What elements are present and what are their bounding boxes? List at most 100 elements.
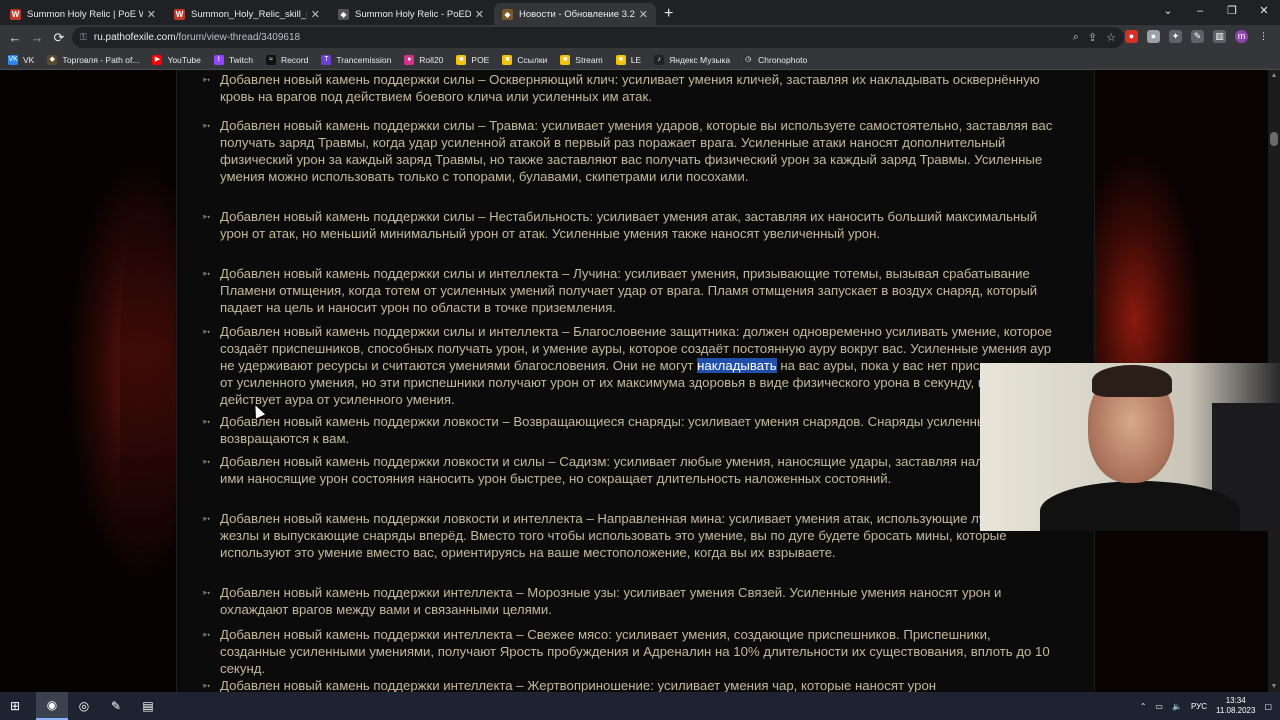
item-text: Добавлен новый камень поддержки силы – Т… [220, 118, 1053, 184]
minimize-icon[interactable]: – [1184, 0, 1216, 25]
bookmark-item[interactable]: ◆ Торговля - Path of... [47, 54, 140, 65]
bookmark-label: Roll20 [419, 54, 444, 65]
list-item: ➳ Добавлен новый камень поддержки ловкост… [202, 510, 1055, 561]
menu-icon[interactable]: ⋮ [1257, 30, 1270, 43]
bookmark-item[interactable]: ≈ Record [265, 54, 308, 65]
tab-favicon-icon: ◆ [502, 8, 513, 20]
item-text: Добавлен новый камень поддержки интеллек… [220, 678, 937, 692]
taskbar-apps: ⊞ ◉ ◎ ✎ ▤ [0, 692, 164, 720]
bookmark-icon: ◷ [743, 54, 754, 65]
obs-app-icon[interactable]: ◎ [68, 692, 100, 720]
tab-4[interactable]: ◆ Новости - Обновление 3.22.0 - ✕ [494, 3, 656, 25]
url-path: /forum/view-thread/3409618 [175, 32, 301, 43]
person-hair [1092, 365, 1172, 397]
red-extension-icon[interactable]: ● [1125, 30, 1138, 43]
list-item: ➳ Добавлен новый камень поддержки силы – … [202, 208, 1055, 242]
item-text: Добавлен новый камень поддержки интеллек… [220, 627, 1050, 676]
puzzle-extension-icon[interactable]: ✦ [1169, 30, 1182, 43]
restore-icon[interactable]: ❐ [1216, 0, 1248, 25]
bookmark-item[interactable]: ◷ Chronophoto [743, 54, 808, 65]
bookmark-item[interactable]: ▶ YouTube [152, 54, 201, 65]
list-item: ➳ Добавлен новый камень поддержки силы и … [202, 265, 1055, 316]
start-button-icon[interactable]: ⊞ [0, 692, 30, 720]
tab-2[interactable]: W Summon_Holy_Relic_skill_screen ✕ [166, 3, 328, 25]
tab-1[interactable]: W Summon Holy Relic | PoE Wiki ✕ [2, 3, 164, 25]
input-language[interactable]: РУС [1191, 702, 1207, 711]
tray-chevron-icon[interactable]: ⌃ [1140, 702, 1147, 711]
tab-strip: W Summon Holy Relic | PoE Wiki ✕ W Summon_Ho… [0, 0, 1280, 25]
clock[interactable]: 13:34 11.08.2023 [1216, 696, 1255, 716]
url-host: ru.pathofexile.com [93, 32, 176, 43]
tab-close-icon[interactable]: ✕ [475, 8, 484, 21]
list-item: ➳ Добавлен новый камень поддержки ловкост… [202, 413, 1055, 447]
bookmark-item[interactable]: ♪ Яндекс Музыка [654, 54, 730, 65]
bookmark-icon: ◆ [47, 54, 58, 65]
clock-date: 11.08.2023 [1215, 706, 1256, 715]
taskbar: ⊞ ◉ ◎ ✎ ▤ ⌃ ▭ 🔈 РУС 13:34 11.08.2023 ▢ [0, 692, 1280, 720]
bookmark-star-icon[interactable]: ☆ [1106, 31, 1116, 44]
bookmarks-bar: VK VK ◆ Торговля - Path of... ▶ YouTube t Twitc… [0, 50, 1280, 70]
new-tab-icon[interactable]: + [664, 3, 673, 25]
tab-close-icon[interactable]: ✕ [639, 8, 648, 21]
scroll-down-icon[interactable]: ▼ [1268, 683, 1280, 690]
bookmark-label: VK [23, 54, 35, 65]
bookmark-item[interactable]: ■ Ссылки [502, 54, 547, 65]
tab-close-icon[interactable]: ✕ [311, 8, 320, 21]
background-figure [120, 220, 172, 550]
list-item: ➳ Добавлен новый камень поддержки интелле… [202, 584, 1055, 618]
forward-icon[interactable]: → [26, 30, 48, 45]
tab-title: Summon_Holy_Relic_skill_screen [191, 8, 307, 20]
close-icon[interactable]: ✕ [1248, 0, 1280, 25]
bullet-icon: ➳ [202, 457, 211, 468]
scrollbar-thumb[interactable] [1270, 132, 1278, 146]
profile-avatar-icon[interactable]: m [1235, 30, 1248, 43]
bullet-icon: ➳ [202, 630, 211, 641]
bookmark-label: Chronophoto [758, 54, 808, 65]
bookmark-item[interactable]: T Trancemission [321, 54, 391, 65]
sidebar-toggle-icon[interactable]: ▥ [1213, 30, 1226, 43]
bookmark-icon: ▶ [152, 54, 163, 65]
tab-search-icon[interactable]: ⌄ [1152, 0, 1184, 25]
bullet-icon: ➳ [202, 269, 211, 280]
bullet-icon: ➳ [202, 121, 211, 132]
webcam-overlay [980, 363, 1280, 531]
forum-post-content: ➳ Добавлен новый камень поддержки силы – … [176, 70, 1095, 692]
address-bar[interactable]: ⚿ ru.pathofexile.com /forum/view-thread/… [72, 27, 1124, 48]
site-info-icon[interactable]: ⚿ [80, 32, 87, 43]
item-text: Добавлен новый камень поддержки силы и и… [220, 266, 1038, 315]
bookmark-item[interactable]: t Twitch [213, 54, 253, 65]
notification-icon[interactable]: ▢ [1264, 702, 1272, 711]
bookmark-label: Stream [575, 54, 603, 65]
person-shirt [1040, 481, 1240, 531]
app-4-icon[interactable]: ▤ [132, 692, 164, 720]
tab-3[interactable]: ◆ Summon Holy Relic - PoEDB, Pat ✕ [330, 3, 492, 25]
edit-extension-icon[interactable]: ✎ [1191, 30, 1204, 43]
back-icon[interactable]: ← [4, 30, 26, 45]
search-icon[interactable]: ⌕ [1073, 31, 1079, 44]
tab-close-icon[interactable]: ✕ [147, 8, 156, 21]
bookmark-item[interactable]: ■ LE [615, 54, 641, 65]
app-3-icon[interactable]: ✎ [100, 692, 132, 720]
tab-favicon-icon: W [174, 8, 185, 20]
bookmark-item[interactable]: ■ POE [456, 54, 489, 65]
tab-title: Summon Holy Relic | PoE Wiki [27, 8, 143, 20]
chrome-app-icon[interactable]: ◉ [36, 692, 68, 720]
bullet-icon: ➳ [202, 681, 211, 692]
network-icon[interactable]: ▭ [1155, 702, 1163, 711]
bookmark-item[interactable]: ● Roll20 [404, 54, 444, 65]
tab-favicon-icon: ◆ [338, 8, 349, 20]
list-item: ➳ Добавлен новый камень поддержки силы – … [202, 117, 1055, 185]
bookmark-label: Twitch [228, 54, 253, 65]
bullet-icon: ➳ [202, 327, 211, 338]
system-tray: ⌃ ▭ 🔈 РУС 13:34 11.08.2023 ▢ [1140, 692, 1272, 720]
bookmark-label: Торговля - Path of... [62, 54, 140, 65]
bookmark-item[interactable]: VK VK [8, 54, 35, 65]
share-icon[interactable]: ⇪ [1088, 31, 1097, 44]
bookmark-icon: ♪ [654, 54, 665, 65]
volume-icon[interactable]: 🔈 [1172, 702, 1182, 711]
scroll-up-icon[interactable]: ▲ [1268, 72, 1280, 79]
bookmark-item[interactable]: ■ Stream [560, 54, 603, 65]
reload-icon[interactable]: ⟳ [48, 30, 70, 46]
extensions-area: ● ● ✦ ✎ ▥ m ⋮ [1125, 30, 1270, 43]
grey-extension-icon[interactable]: ● [1147, 30, 1160, 43]
